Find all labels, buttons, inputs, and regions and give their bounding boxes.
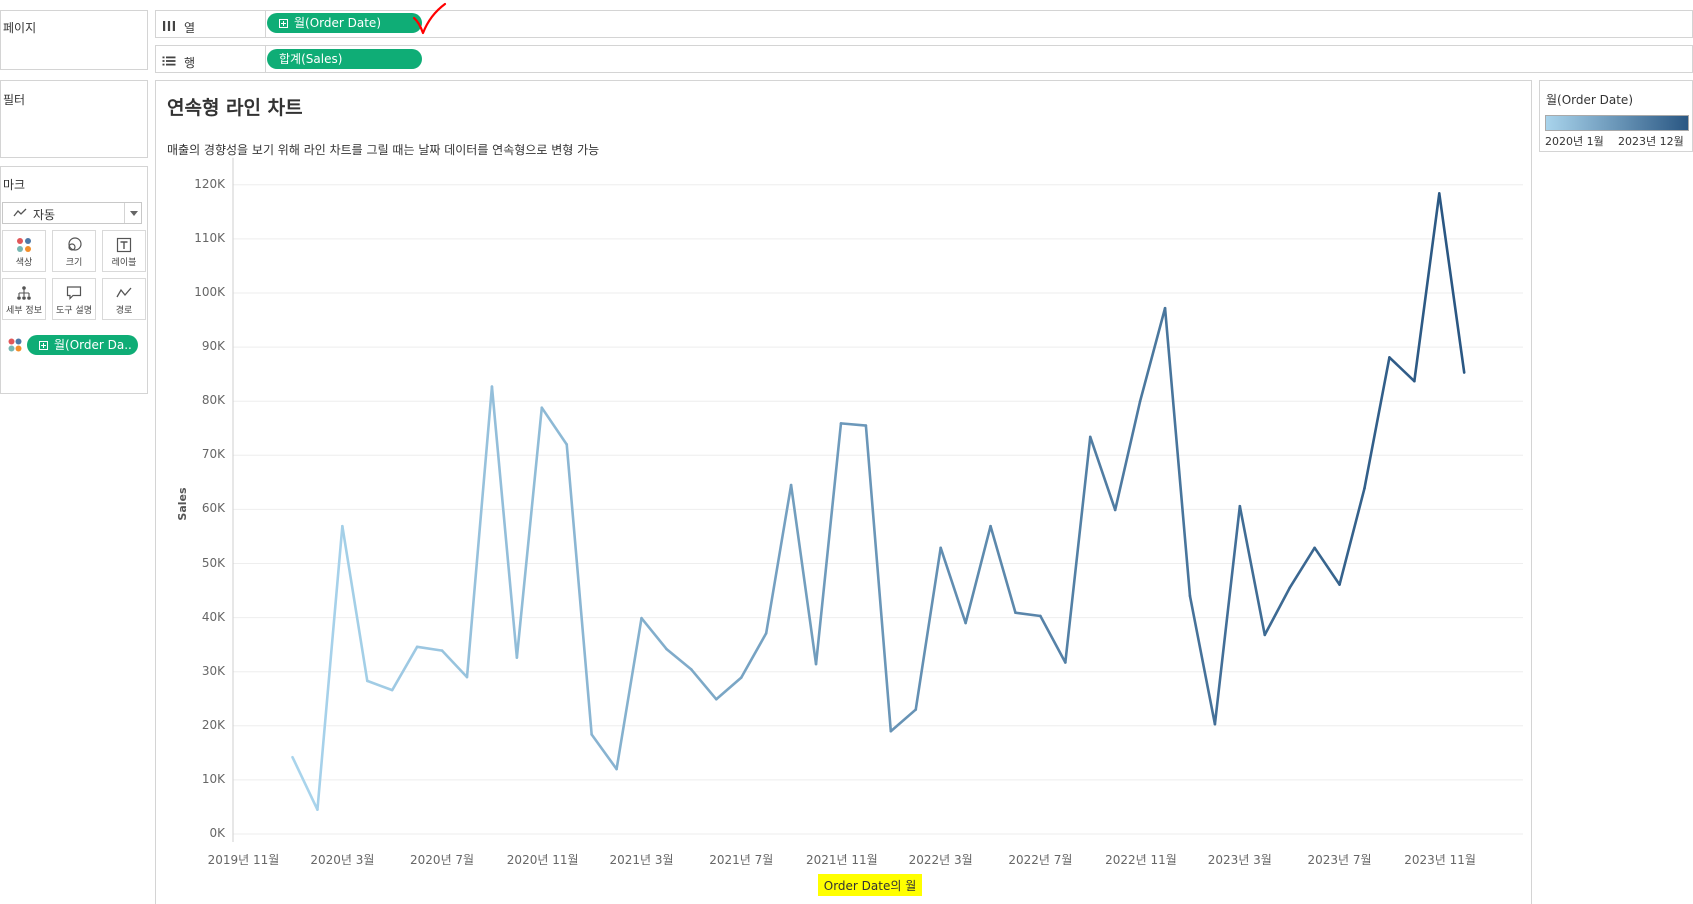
legend-max-label: 2023년 12월	[1618, 135, 1684, 148]
series-line-segment[interactable]	[914, 546, 942, 711]
series-line-segment[interactable]	[390, 645, 419, 692]
series-line-segment[interactable]	[316, 524, 344, 811]
series-line-segment[interactable]	[1437, 192, 1466, 374]
series-line-segment[interactable]	[341, 524, 369, 683]
series-line-segment[interactable]	[490, 385, 519, 659]
series-line-segment[interactable]	[1313, 546, 1341, 586]
series-line-segment[interactable]	[1413, 192, 1441, 383]
series-line-segment[interactable]	[640, 616, 668, 651]
series-line-segment[interactable]	[415, 645, 444, 652]
series-line-segment[interactable]	[440, 649, 469, 679]
series-line-segment[interactable]	[365, 679, 394, 692]
series-line-segment[interactable]	[739, 631, 768, 679]
series-line-segment[interactable]	[814, 422, 843, 666]
series-line-segment[interactable]	[1338, 487, 1366, 586]
series-line-segment[interactable]	[989, 524, 1017, 615]
series-line-segment[interactable]	[789, 483, 818, 666]
series-line-segment[interactable]	[1263, 586, 1291, 637]
legend-gradient	[1545, 115, 1689, 131]
series-line-segment[interactable]	[1238, 504, 1267, 637]
series-line-segment[interactable]	[665, 647, 693, 671]
series-line-segment[interactable]	[465, 385, 494, 679]
series-line-segment[interactable]	[764, 483, 793, 635]
series-line-segment[interactable]	[1039, 614, 1067, 664]
series-line-segment[interactable]	[615, 616, 643, 771]
series-line-segment[interactable]	[715, 676, 743, 701]
series-line-segment[interactable]	[1388, 356, 1416, 383]
color-legend: 월(Order Date) 2020년 1월 2023년 12월	[1539, 80, 1693, 152]
series-line-segment[interactable]	[964, 524, 992, 625]
series-line-segment[interactable]	[540, 406, 569, 446]
series-line-segment[interactable]	[839, 422, 868, 427]
line-chart	[232, 157, 1523, 842]
legend-min-label: 2020년 1월	[1545, 135, 1604, 148]
series-line-segment[interactable]	[515, 406, 544, 659]
series-line-segment[interactable]	[889, 708, 918, 733]
series-line-segment[interactable]	[1088, 435, 1117, 512]
series-line-segment[interactable]	[1363, 356, 1391, 490]
series-line-segment[interactable]	[690, 668, 718, 701]
series-line-segment[interactable]	[291, 755, 319, 811]
series-line-segment[interactable]	[1213, 504, 1242, 726]
series-line-segment[interactable]	[1014, 611, 1042, 618]
series-line-segment[interactable]	[565, 443, 593, 736]
series-line-segment[interactable]	[1288, 546, 1316, 590]
series-line-segment[interactable]	[1188, 594, 1217, 726]
series-line-segment[interactable]	[1064, 435, 1092, 664]
legend-title: 월(Order Date)	[1546, 93, 1634, 107]
x-axis-title: Order Date의 월	[823, 879, 917, 893]
series-line-segment[interactable]	[1138, 306, 1167, 403]
series-line-segment[interactable]	[1163, 306, 1192, 598]
series-line-segment[interactable]	[939, 546, 967, 625]
series-line-segment[interactable]	[864, 424, 893, 733]
series-line-segment[interactable]	[590, 733, 618, 771]
